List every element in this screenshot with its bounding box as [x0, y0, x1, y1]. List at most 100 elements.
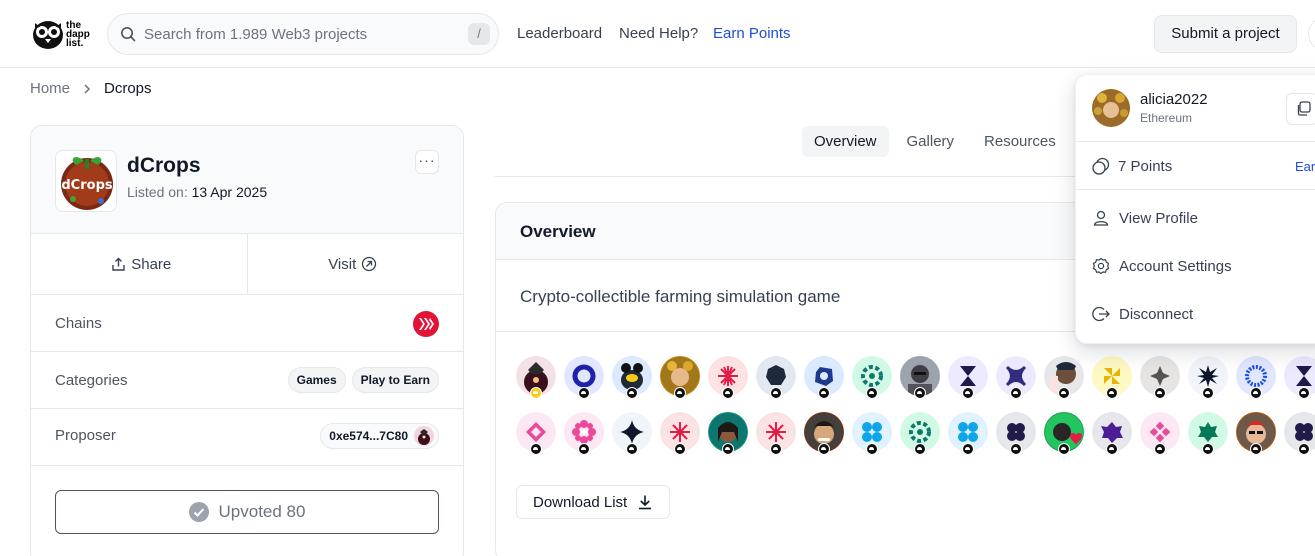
more-options-button[interactable]: ··· — [415, 150, 439, 174]
earn-link[interactable]: Earn — [1295, 159, 1315, 174]
voter-avatar[interactable] — [948, 356, 988, 399]
voter-avatar[interactable] — [804, 356, 844, 399]
tab-resources[interactable]: Resources — [972, 126, 1068, 157]
voter-avatars — [516, 356, 1315, 468]
share-button[interactable]: Share — [31, 234, 248, 294]
download-icon — [639, 495, 652, 510]
view-profile-item[interactable]: View Profile — [1092, 209, 1198, 227]
hive-chain-icon[interactable] — [413, 311, 439, 337]
voter-avatar[interactable] — [900, 356, 940, 399]
voter-avatar[interactable] — [1188, 356, 1228, 399]
search-icon — [121, 27, 136, 42]
external-arrow-icon — [362, 256, 377, 272]
account-dropdown: alicia2022 Ethereum 7 Points Earn View P… — [1075, 74, 1315, 344]
dapplist-logo[interactable]: the dapp list. — [32, 16, 94, 52]
chains-label: Chains — [55, 315, 102, 332]
search-shortcut-key: / — [468, 23, 490, 45]
gear-icon — [1092, 257, 1110, 275]
voter-avatar[interactable] — [1236, 356, 1276, 399]
search-bar[interactable]: / — [107, 13, 499, 55]
owl-logo-icon — [33, 21, 63, 49]
proposer-avatar-icon — [418, 429, 430, 445]
dcrops-logo-icon: dCrops — [61, 157, 113, 210]
voter-avatar[interactable] — [612, 356, 652, 399]
project-name: dCrops — [127, 154, 201, 177]
disconnect-item[interactable]: Disconnect — [1092, 305, 1193, 323]
voter-avatar[interactable] — [996, 412, 1036, 455]
voter-avatar[interactable] — [1044, 356, 1084, 399]
voter-avatar[interactable] — [1140, 356, 1180, 399]
voter-avatar[interactable] — [804, 412, 844, 455]
upvote-label: Upvoted 80 — [218, 502, 306, 521]
voter-avatar[interactable] — [1284, 356, 1315, 399]
voter-avatar[interactable] — [900, 412, 940, 455]
upvote-button[interactable]: Upvoted 80 — [55, 490, 439, 534]
listed-on-date: 13 Apr 2025 — [191, 184, 268, 200]
voter-avatar[interactable] — [516, 412, 556, 455]
voter-avatar[interactable] — [948, 412, 988, 455]
voter-avatar[interactable] — [564, 356, 604, 399]
share-icon — [112, 257, 125, 271]
user-chain: Ethereum — [1140, 111, 1193, 125]
view-profile-label: View Profile — [1119, 209, 1198, 227]
category-tag-games[interactable]: Games — [287, 367, 346, 393]
breadcrumb-home[interactable]: Home — [30, 80, 70, 97]
voter-avatar[interactable] — [852, 412, 892, 455]
proposer-chip[interactable]: 0xe574...7C80 — [320, 423, 439, 449]
submit-project-button[interactable]: Submit a project — [1154, 15, 1297, 53]
voter-row-2 — [516, 412, 1315, 468]
voter-avatar[interactable] — [1044, 412, 1084, 455]
copy-address-button[interactable] — [1286, 93, 1315, 125]
nav-need-help[interactable]: Need Help? — [619, 25, 698, 42]
account-settings-item[interactable]: Account Settings — [1092, 257, 1232, 275]
voter-avatar[interactable] — [660, 412, 700, 455]
voter-avatar[interactable] — [660, 356, 700, 399]
proposer-label: Proposer — [55, 427, 116, 444]
project-logo: dCrops — [55, 150, 117, 212]
project-actions: Share Visit — [31, 234, 463, 295]
voter-avatar[interactable] — [1092, 412, 1132, 455]
nav-earn-points[interactable]: Earn Points — [713, 25, 791, 42]
dropdown-divider — [1076, 141, 1315, 142]
tab-overview[interactable]: Overview — [802, 126, 889, 157]
download-list-label: Download List — [533, 493, 628, 511]
voter-avatar[interactable] — [756, 356, 796, 399]
disconnect-label: Disconnect — [1119, 305, 1194, 323]
download-list-button[interactable]: Download List — [516, 485, 671, 519]
share-label: Share — [131, 255, 172, 273]
account-settings-label: Account Settings — [1119, 257, 1232, 275]
voter-avatar[interactable] — [852, 356, 892, 399]
voter-avatar[interactable] — [1140, 412, 1180, 455]
voter-row-1 — [516, 356, 1315, 412]
search-input[interactable] — [144, 25, 454, 43]
voter-avatar[interactable] — [708, 412, 748, 455]
categories-label: Categories — [55, 372, 128, 389]
tab-gallery[interactable]: Gallery — [895, 126, 967, 157]
chains-row: Chains — [31, 295, 463, 352]
category-tags: Games Play to Earn — [287, 367, 439, 393]
user-avatar — [1092, 89, 1130, 127]
voter-avatar[interactable] — [1284, 412, 1315, 455]
voter-avatar[interactable] — [756, 412, 796, 455]
voter-avatar[interactable] — [1188, 412, 1228, 455]
user-icon — [1093, 210, 1109, 226]
voter-avatar[interactable] — [516, 356, 556, 399]
points-icon — [1092, 157, 1110, 175]
user-info: alicia2022 Ethereum — [1140, 89, 1208, 127]
voter-avatar[interactable] — [1092, 356, 1132, 399]
voter-avatar[interactable] — [708, 356, 748, 399]
voter-avatar[interactable] — [1236, 412, 1276, 455]
chevron-right-icon — [84, 83, 91, 94]
overview-description: Crypto-collectible farming simulation ga… — [520, 287, 841, 306]
account-menu-button[interactable] — [1308, 17, 1315, 51]
visit-button[interactable]: Visit — [248, 234, 464, 294]
category-tag-play-to-earn[interactable]: Play to Earn — [351, 367, 439, 393]
voter-avatar[interactable] — [564, 412, 604, 455]
voter-avatar[interactable] — [612, 412, 652, 455]
points-count: 7 Points — [1118, 157, 1173, 175]
nav-leaderboard[interactable]: Leaderboard — [517, 25, 602, 42]
voter-avatar[interactable] — [996, 356, 1036, 399]
proposer-avatar — [414, 426, 434, 446]
proposer-address: 0xe574...7C80 — [329, 429, 408, 443]
dropdown-user: alicia2022 Ethereum — [1092, 89, 1208, 127]
